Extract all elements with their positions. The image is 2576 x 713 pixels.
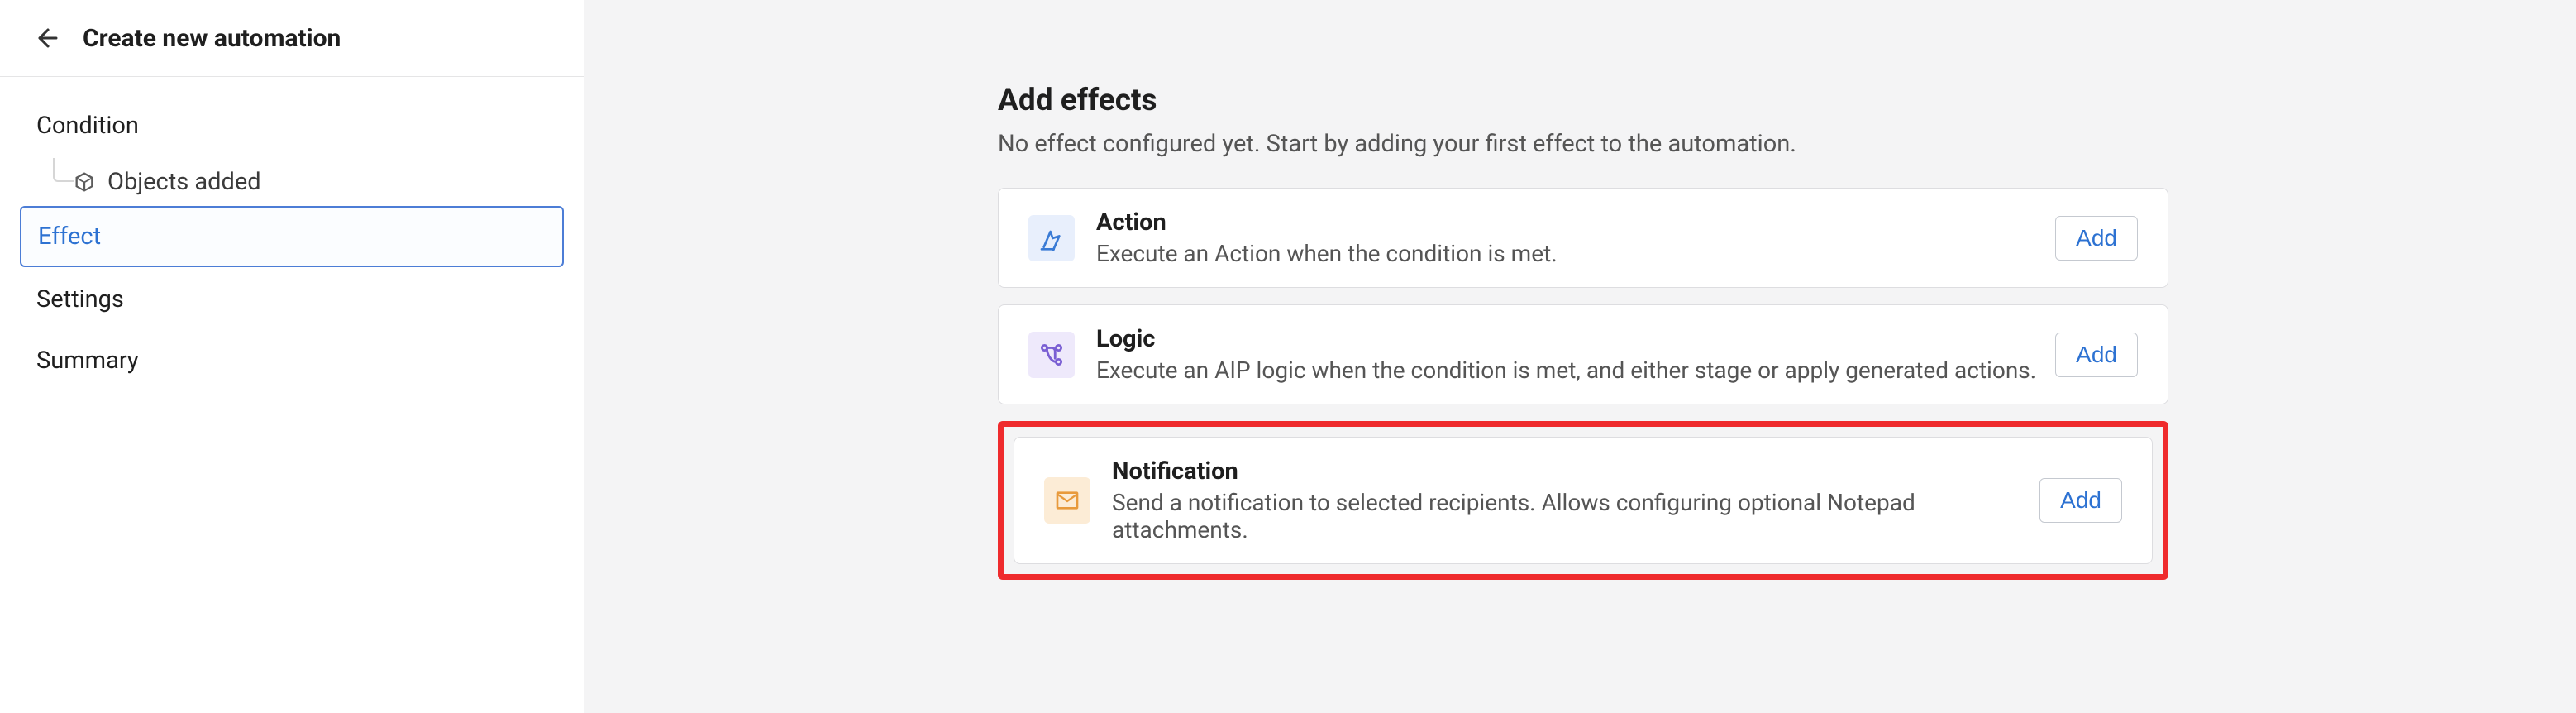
card-title-notification: Notification (1112, 457, 2039, 486)
main-content: Add effects No effect configured yet. St… (584, 0, 2576, 713)
effect-card-logic: Logic Execute an AIP logic when the cond… (998, 304, 2168, 404)
card-title-logic: Logic (1096, 325, 2055, 353)
nav-item-condition[interactable]: Condition (20, 97, 564, 155)
notification-icon (1044, 477, 1090, 524)
main-subtitle: No effect configured yet. Start by addin… (998, 130, 2168, 158)
card-title-action: Action (1096, 208, 2055, 237)
notification-highlight: Notification Send a notification to sele… (998, 421, 2168, 580)
back-arrow-icon[interactable] (33, 23, 63, 53)
card-body: Logic Execute an AIP logic when the cond… (1096, 325, 2055, 384)
action-icon (1028, 215, 1075, 261)
logic-icon (1028, 332, 1075, 378)
sidebar-nav: Condition Objects added Effect Settings … (0, 77, 584, 413)
effect-card-action: Action Execute an Action when the condit… (998, 188, 2168, 288)
card-body: Notification Send a notification to sele… (1112, 457, 2039, 543)
nav-sub-label: Objects added (107, 168, 261, 196)
add-logic-button[interactable]: Add (2055, 333, 2138, 377)
nav-item-settings[interactable]: Settings (20, 270, 564, 328)
card-body: Action Execute an Action when the condit… (1096, 208, 2055, 267)
card-desc-notification: Send a notification to selected recipien… (1112, 489, 2039, 543)
cube-icon (73, 170, 96, 194)
nav-item-effect[interactable]: Effect (20, 206, 564, 267)
nav-sub-objects-added[interactable]: Objects added (20, 158, 564, 206)
add-action-button[interactable]: Add (2055, 216, 2138, 261)
sidebar: Create new automation Condition Objects … (0, 0, 584, 713)
effect-card-notification: Notification Send a notification to sele… (1014, 437, 2153, 564)
card-desc-action: Execute an Action when the condition is … (1096, 240, 2055, 267)
add-notification-button[interactable]: Add (2039, 478, 2122, 523)
card-desc-logic: Execute an AIP logic when the condition … (1096, 356, 2055, 384)
nav-item-summary[interactable]: Summary (20, 332, 564, 390)
content-area: Add effects No effect configured yet. St… (998, 83, 2168, 580)
page-title: Create new automation (83, 24, 341, 53)
sidebar-header: Create new automation (0, 0, 584, 77)
main-heading: Add effects (998, 83, 2168, 118)
